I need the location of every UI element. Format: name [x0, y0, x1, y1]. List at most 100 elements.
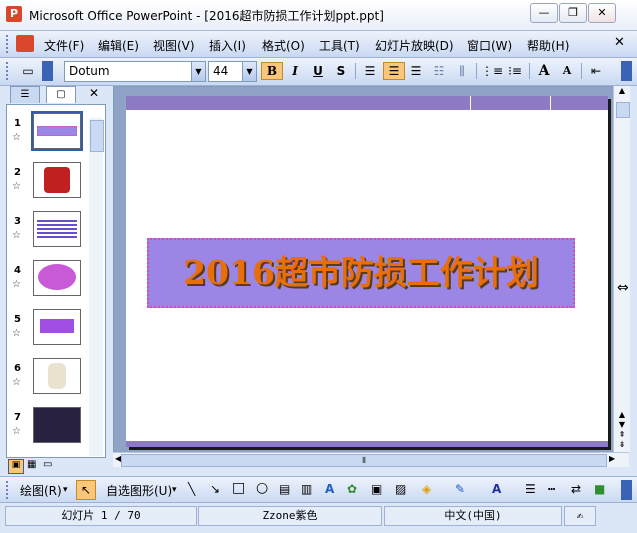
animation-star-icon: ☆ — [12, 328, 21, 339]
menu-help[interactable]: 帮助(H) — [527, 37, 569, 54]
line-style-icon[interactable]: ☰ — [525, 482, 536, 496]
underline-button[interactable]: U — [308, 62, 328, 80]
doc-close-icon[interactable]: ✕ — [614, 35, 625, 50]
slideshow-view-icon[interactable]: ▭ — [43, 459, 52, 470]
slide-thumbnail[interactable] — [33, 309, 81, 345]
normal-view-icon[interactable]: ▣ — [8, 459, 24, 474]
slide-footer-band — [126, 441, 608, 447]
autoshapes-menu-button[interactable]: 自选图形(U) — [106, 482, 172, 499]
column-icon[interactable]: ⫼ — [452, 62, 472, 80]
menu-edit[interactable]: 编辑(E) — [98, 37, 139, 54]
menu-tools[interactable]: 工具(T) — [319, 37, 360, 54]
menu-insert[interactable]: 插入(I) — [209, 37, 246, 54]
toolbar-overflow-icon[interactable] — [621, 61, 632, 81]
chevron-down-icon[interactable]: ▾ — [172, 485, 177, 495]
arrow-style-icon[interactable]: ⇄ — [571, 482, 581, 496]
slide-thumbnail[interactable] — [33, 211, 81, 247]
slide-sorter-icon[interactable]: ▦ — [27, 459, 36, 470]
chevron-down-icon[interactable]: ▼ — [191, 62, 205, 81]
diagram-icon[interactable]: ✿ — [347, 482, 357, 496]
align-right-icon[interactable]: ☰ — [406, 62, 426, 80]
slide-title-placeholder[interactable]: 2016超市防损工作计划 — [147, 238, 575, 308]
decrease-font-size-button[interactable]: A — [557, 62, 577, 80]
vertical-textbox-icon[interactable]: ▥ — [301, 482, 312, 496]
textbox-icon[interactable]: ▤ — [279, 482, 290, 496]
thumbnail-scrollbar[interactable] — [89, 118, 104, 456]
scroll-right-icon[interactable]: ▶ — [609, 454, 615, 463]
tab-slides[interactable]: ▢ — [46, 86, 76, 103]
language-indicator: 中文(中国) — [384, 506, 562, 526]
animation-star-icon: ☆ — [12, 377, 21, 388]
distribute-icon[interactable]: ☷ — [429, 62, 449, 80]
menu-format[interactable]: 格式(O) — [262, 37, 305, 54]
menu-file[interactable]: 文件(F) — [44, 37, 84, 54]
menu-view[interactable]: 视图(V) — [153, 37, 195, 54]
dash-style-icon[interactable]: ┅ — [548, 482, 555, 496]
document-icon[interactable] — [16, 35, 34, 52]
slide-title[interactable]: 2016超市防损工作计划 — [149, 240, 573, 306]
current-slide[interactable]: 2016超市防损工作计划 — [126, 96, 608, 447]
font-name-select[interactable]: Dotum ▼ — [64, 61, 206, 82]
scrollbar-thumb[interactable]: ⦀ — [121, 454, 607, 467]
line-icon[interactable]: ╲ — [188, 482, 195, 496]
slide-thumbnail[interactable] — [31, 111, 83, 151]
slide-number: 1 — [14, 118, 21, 129]
toolbar-grip[interactable] — [6, 62, 11, 80]
slide-thumbnail[interactable] — [33, 407, 81, 443]
toolbar-options-icon[interactable] — [42, 61, 53, 81]
align-center-icon[interactable]: ☰ — [383, 62, 405, 80]
text-shadow-button[interactable]: S — [331, 62, 351, 80]
minimize-button[interactable]: — — [530, 3, 558, 23]
slide-thumbnail[interactable] — [33, 358, 81, 394]
clipart-icon[interactable]: ▣ — [371, 482, 382, 496]
slide-thumbnail[interactable] — [33, 260, 81, 296]
menu-bar: 文件(F) 编辑(E) 视图(V) 插入(I) 格式(O) 工具(T) 幻灯片放… — [0, 31, 637, 58]
decrease-indent-icon[interactable]: ⇤ — [586, 62, 606, 80]
rectangle-icon[interactable]: □ — [232, 480, 245, 496]
align-left-icon[interactable]: ☰ — [360, 62, 380, 80]
shadow-style-icon[interactable]: ■ — [594, 482, 605, 496]
new-document-icon[interactable]: ▭ — [18, 62, 38, 80]
picture-icon[interactable]: ▨ — [395, 482, 406, 496]
tab-outline[interactable]: ☰ — [10, 86, 40, 103]
draw-menu-button[interactable]: 绘图(R) — [20, 482, 62, 499]
drawbar-overflow-icon[interactable] — [621, 480, 632, 500]
font-color-icon[interactable]: A — [492, 482, 501, 496]
italic-button[interactable]: I — [285, 62, 305, 80]
powerpoint-app-icon[interactable]: P — [6, 6, 22, 22]
font-size-select[interactable]: 44 ▼ — [208, 61, 257, 82]
line-color-icon[interactable]: ✎ — [455, 482, 465, 496]
slide-number: 5 — [14, 314, 21, 325]
oval-icon[interactable]: ○ — [256, 480, 268, 496]
slide-vertical-scrollbar[interactable]: ▲ ▲ ▼ ⇞ ⇟ — [613, 86, 630, 452]
separator — [581, 63, 582, 79]
prev-next-slide-icon[interactable]: ▲ ▼ ⇞ ⇟ — [616, 410, 628, 450]
scroll-up-icon[interactable]: ▲ — [616, 86, 628, 98]
fill-color-icon[interactable]: ◈ — [422, 482, 431, 496]
close-button[interactable]: ✕ — [588, 3, 616, 23]
menu-window[interactable]: 窗口(W) — [467, 37, 512, 54]
scrollbar-thumb[interactable] — [616, 102, 630, 118]
band-divider — [470, 96, 471, 110]
arrow-icon[interactable]: ↘ — [210, 482, 220, 496]
animation-star-icon: ☆ — [12, 426, 21, 437]
slide-number: 4 — [14, 265, 21, 276]
numbered-list-icon[interactable]: ⋮≡ — [481, 62, 503, 80]
scrollbar-thumb[interactable] — [90, 120, 104, 152]
select-objects-icon[interactable]: ↖ — [76, 480, 96, 500]
increase-font-size-button[interactable]: A — [534, 62, 554, 80]
slide-horizontal-scrollbar[interactable]: ◀ ⦀ ▶ — [113, 452, 629, 467]
chevron-down-icon[interactable]: ▾ — [63, 485, 68, 495]
menu-slideshow[interactable]: 幻灯片放映(D) — [375, 37, 454, 54]
wordart-icon[interactable]: A — [325, 482, 334, 496]
slide-thumbnail[interactable] — [33, 162, 81, 198]
spelling-check-icon[interactable]: ✍ — [564, 506, 596, 526]
menubar-grip[interactable] — [6, 35, 11, 53]
bold-button[interactable]: B — [261, 62, 283, 80]
chevron-down-icon[interactable]: ▼ — [242, 62, 256, 81]
pane-close-icon[interactable]: ✕ — [89, 86, 99, 100]
separator — [476, 63, 477, 79]
bullet-list-icon[interactable]: ⁝≡ — [505, 62, 525, 80]
drawbar-grip[interactable] — [6, 481, 11, 499]
restore-button[interactable]: ❐ — [559, 3, 587, 23]
